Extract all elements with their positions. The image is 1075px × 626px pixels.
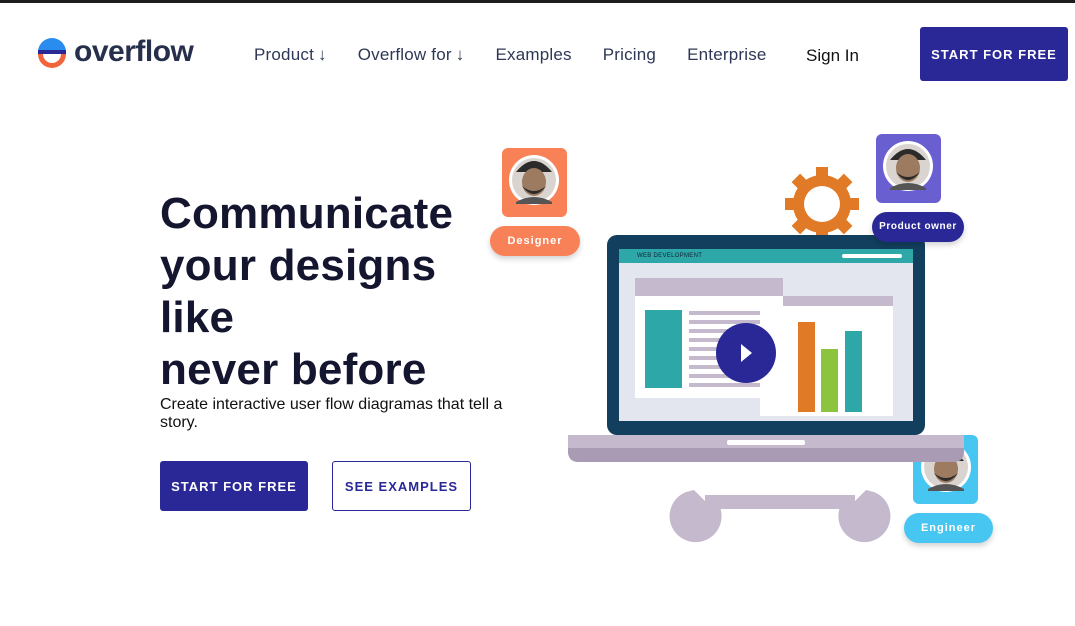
- headline-line: never before: [160, 345, 427, 394]
- nav-item-enterprise[interactable]: Enterprise: [687, 44, 766, 66]
- sign-in-link[interactable]: Sign In: [806, 45, 859, 67]
- nav-label: Overflow for: [357, 45, 452, 64]
- nav-label: Product: [254, 45, 314, 64]
- hero-headline: Communicate your designs like never befo…: [160, 188, 520, 396]
- role-badge-designer: Designer: [490, 226, 580, 256]
- play-icon: [716, 323, 776, 383]
- role-badge-engineer: Engineer: [904, 513, 993, 543]
- start-free-button[interactable]: START FOR FREE: [160, 461, 308, 511]
- header-start-free-button[interactable]: START FOR FREE: [920, 27, 1068, 81]
- see-examples-button[interactable]: SEE EXAMPLES: [332, 461, 471, 511]
- product-owner-avatar: [876, 134, 941, 203]
- headline-line: your designs: [160, 241, 437, 290]
- role-badge-product-owner: Product owner: [872, 212, 964, 242]
- hero-illustration: [480, 120, 1040, 560]
- nav-item-pricing[interactable]: Pricing: [603, 44, 656, 66]
- nav-item-product[interactable]: Product ↓: [254, 44, 327, 66]
- brand-logo[interactable]: overflow: [36, 35, 194, 68]
- arrow-down-icon: ↓: [318, 45, 327, 64]
- arrow-down-icon: ↓: [455, 45, 465, 64]
- hero-subtext: Create interactive user flow diagramas t…: [160, 396, 503, 431]
- gear-icon: [785, 167, 859, 241]
- illustration-canvas: [502, 134, 978, 543]
- screen-header-label: WEB DEVELOPMENT: [637, 253, 703, 259]
- designer-avatar: [502, 148, 567, 217]
- brand-name: overflow: [74, 35, 194, 68]
- headline-line: Communicate: [160, 189, 454, 238]
- laptop-icon: [568, 235, 964, 462]
- main-nav: Product ↓ Overflow for ↓ Examples Pricing …: [254, 44, 798, 66]
- nav-item-overflow-for[interactable]: Overflow for ↓: [358, 44, 465, 66]
- wrench-icon: [669, 490, 891, 543]
- overflow-logo-icon: [38, 38, 66, 68]
- headline-line: like: [160, 293, 235, 342]
- nav-item-examples[interactable]: Examples: [495, 44, 571, 66]
- top-border: [0, 0, 1075, 3]
